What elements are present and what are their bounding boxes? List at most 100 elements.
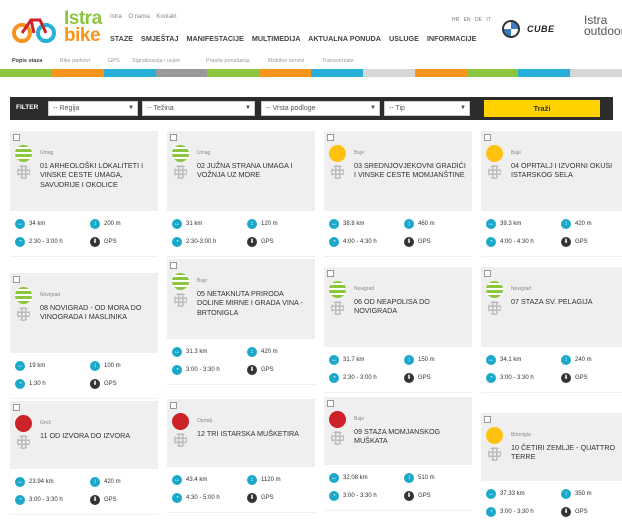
trail-title[interactable]: 05 NETAKNUTA PRIRODA DOLINE MIRNE I GRAD… — [197, 289, 309, 317]
trail-title[interactable]: 03 SREDNJOVJEKOVNI GRADIĆI I VINSKE CEST… — [354, 161, 466, 180]
trail-card[interactable]: Buje 09 STAZA MOMJANSKOG MUŠKATA ↔ 32.08 … — [324, 397, 472, 511]
elevation-stat: ↕ 120 m — [247, 219, 278, 229]
gps-label: GPS — [261, 239, 274, 245]
gps-stat[interactable]: ⬇ GPS — [247, 237, 274, 247]
trail-card[interactable]: Buje 03 SREDNJOVJEKOVNI GRADIĆI I VINSKE… — [324, 131, 472, 257]
time-stat: ◔ 3:00 - 3:30 h — [15, 495, 63, 505]
toplink-contact[interactable]: Kontakt — [156, 14, 176, 20]
type-select[interactable]: -- Tip ▼ — [384, 101, 470, 116]
time-value: 2:30 - 3:00 h — [29, 239, 63, 245]
distance-value: 34.1 km — [500, 357, 522, 363]
gps-stat[interactable]: ⬇ GPS — [90, 379, 117, 389]
gps-stat[interactable]: ⬇ GPS — [561, 237, 588, 247]
region-select[interactable]: -- Regija ▼ — [48, 101, 138, 116]
bmw-logo-icon[interactable] — [502, 20, 520, 38]
trail-card[interactable]: Umag 02 JUŽNA STRANA UMAGA I VOŽNJA UZ M… — [167, 131, 315, 257]
trail-card[interactable]: Umag 01 ARHEOLOŠKI LOKALITETI I VINSKE C… — [10, 131, 158, 257]
compare-checkbox[interactable] — [13, 404, 20, 411]
compare-checkbox[interactable] — [170, 262, 177, 269]
gps-stat[interactable]: ⬇ GPS — [404, 491, 431, 501]
lang-en[interactable]: EN — [464, 17, 471, 23]
trail-title[interactable]: 10 ČETIRI ZEMLJE - QUATTRO TERRE — [511, 443, 622, 462]
trail-card-header: Novigrad 08 NOVIGRAD - OD MORA DO VINOGR… — [10, 273, 158, 343]
time-value: 3:00 - 3:30 h — [29, 497, 63, 503]
nav-multimedia[interactable]: MULTIMEDIJA — [252, 34, 301, 43]
toplink-about[interactable]: O nama — [128, 14, 149, 20]
difficulty-select[interactable]: -- Težina ▼ — [142, 101, 255, 116]
lang-hr[interactable]: HR — [452, 17, 459, 23]
tab-signage[interactable]: Signalizacija i uvjeti — [132, 58, 180, 64]
gps-stat[interactable]: ⬇ GPS — [404, 373, 431, 383]
language-switcher: HR EN DE IT — [452, 17, 494, 23]
trail-title[interactable]: 08 NOVIGRAD - OD MORA DO VINOGRADA I MAS… — [40, 303, 152, 322]
nav-trails[interactable]: STAZE — [110, 34, 133, 43]
gps-stat[interactable]: ⬇ GPS — [561, 507, 588, 517]
nav-accommodation[interactable]: SMJEŠTAJ — [141, 34, 178, 43]
trail-card[interactable]: Oprtalj 12 TRI ISTARSKA MUŠKETIRA ↔ 43.4 … — [167, 399, 315, 513]
trail-town: Buje — [354, 416, 365, 422]
trail-card[interactable]: Novigrad 08 NOVIGRAD - OD MORA DO VINOGR… — [10, 273, 158, 399]
istra-bike-logo[interactable]: Istra bike — [12, 8, 112, 46]
nav-current-offer[interactable]: AKTUALNA PONUDA — [308, 34, 381, 43]
tab-bike-parks[interactable]: Bike parkovi — [60, 58, 90, 64]
cube-logo[interactable]: CUBE — [527, 24, 555, 34]
trail-title[interactable]: 06 OD NEAPOLISA DO NOVIGRADA — [354, 297, 466, 316]
compare-checkbox[interactable] — [13, 134, 20, 141]
trail-title[interactable]: 09 STAZA MOMJANSKOG MUŠKATA — [354, 427, 466, 446]
trail-card[interactable]: Novigrad 06 OD NEAPOLISA DO NOVIGRADA ↔ 3… — [324, 267, 472, 393]
istra-outdoor-logo[interactable]: Istra outdoor — [584, 14, 622, 37]
tab-gps[interactable]: GPS — [108, 58, 120, 64]
distance-icon: ↔ — [329, 355, 339, 365]
compare-checkbox[interactable] — [484, 270, 491, 277]
trail-title[interactable]: 04 OPRTALJ I IZVORNI OKUSI ISTARSKOG SEL… — [511, 161, 622, 180]
gps-stat[interactable]: ⬇ GPS — [90, 495, 117, 505]
tab-trail-list[interactable]: Popis staza — [12, 58, 42, 64]
distance-value: 32.08 km — [343, 475, 368, 481]
nav-information[interactable]: INFORMACIJE — [427, 34, 477, 43]
gps-stat[interactable]: ⬇ GPS — [404, 237, 431, 247]
lang-it[interactable]: IT — [486, 17, 490, 23]
compare-checkbox[interactable] — [327, 270, 334, 277]
tab-transversal[interactable]: Transverzale — [322, 58, 354, 64]
surface-select[interactable]: -- Vrsta podloge ▼ — [261, 101, 380, 116]
elevation-icon: ↕ — [90, 361, 100, 371]
compare-checkbox[interactable] — [170, 402, 177, 409]
trail-card[interactable]: Buje 04 OPRTALJ I IZVORNI OKUSI ISTARSKO… — [481, 131, 622, 257]
trail-card[interactable]: Brtonigla 10 ČETIRI ZEMLJE - QUATTRO TER… — [481, 413, 622, 521]
difficulty-icon — [172, 413, 189, 430]
gps-stat[interactable]: ⬇ GPS — [90, 237, 117, 247]
nav-services[interactable]: USLUGE — [389, 34, 419, 43]
main-navigation: STAZE SMJEŠTAJ MANIFESTACIJE MULTIMEDIJA… — [110, 34, 482, 43]
trail-card[interactable]: Grož 11 OD IZVORA DO IZVORA ↔ 23.94 km ↕ 4… — [10, 401, 158, 515]
compare-checkbox[interactable] — [327, 400, 334, 407]
nav-events[interactable]: MANIFESTACIJE — [186, 34, 243, 43]
trail-title[interactable]: 02 JUŽNA STRANA UMAGA I VOŽNJA UZ MORE — [197, 161, 309, 180]
tab-mobile-service[interactable]: Mobilne servisi — [268, 58, 304, 64]
gps-stat[interactable]: ⬇ GPS — [247, 493, 274, 503]
lang-de[interactable]: DE — [475, 17, 482, 23]
trail-card[interactable]: Novigrad 07 STAZA SV. PELAGIJA ↔ 34.1 km … — [481, 267, 622, 393]
chevron-down-icon: ▼ — [370, 105, 376, 111]
compare-checkbox[interactable] — [484, 416, 491, 423]
search-button[interactable]: Traži — [484, 100, 600, 117]
gps-stat[interactable]: ⬇ GPS — [561, 373, 588, 383]
trail-title[interactable]: 07 STAZA SV. PELAGIJA — [511, 297, 622, 306]
compare-checkbox[interactable] — [327, 134, 334, 141]
elevation-value: 1120 m — [261, 477, 281, 483]
difficulty-icon — [15, 145, 32, 162]
compare-checkbox[interactable] — [13, 276, 20, 283]
time-value: 4:00 - 4:30 h — [500, 239, 534, 245]
compare-checkbox[interactable] — [484, 134, 491, 141]
trail-title[interactable]: 12 TRI ISTARSKA MUŠKETIRA — [197, 429, 309, 438]
gps-stat[interactable]: ⬇ GPS — [247, 365, 274, 375]
tab-rules[interactable]: Pravila ponašanja — [206, 58, 250, 64]
elevation-value: 420 m — [104, 479, 121, 485]
trail-stats: ↔ 34 km ↕ 200 m ◔ 2:30 - 3:00 h ⬇ GPS — [10, 211, 158, 256]
toplink-istra[interactable]: Istra — [110, 14, 122, 20]
compare-checkbox[interactable] — [170, 134, 177, 141]
trail-title[interactable]: 11 OD IZVORA DO IZVORA — [40, 431, 152, 440]
time-stat: ◔ 4:00 - 4:30 h — [329, 237, 377, 247]
trail-card-header: Brtonigla 10 ČETIRI ZEMLJE - QUATTRO TER… — [481, 413, 622, 483]
trail-title[interactable]: 01 ARHEOLOŠKI LOKALITETI I VINSKE CESTE … — [40, 161, 152, 189]
trail-card[interactable]: Buje 05 NETAKNUTA PRIRODA DOLINE MIRNE I… — [167, 259, 315, 385]
